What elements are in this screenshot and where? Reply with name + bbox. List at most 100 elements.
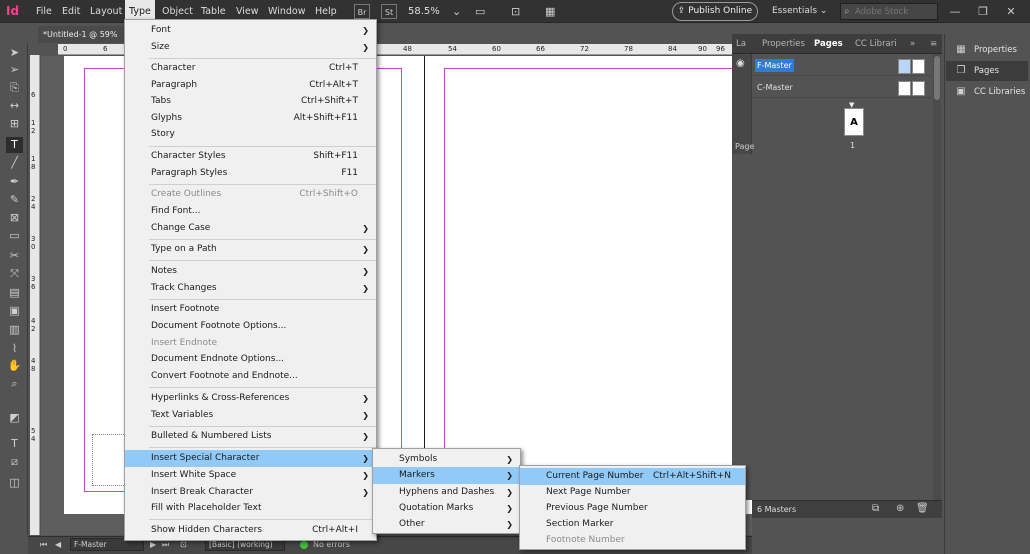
stock-button[interactable]: St [381,4,397,19]
delete-page-icon[interactable]: 🗑 [916,500,929,518]
gradient-swatch-tool-icon[interactable]: ▤ [6,285,23,301]
zoom-level[interactable]: 58.5% [408,0,440,23]
pencil-tool-icon[interactable]: ✎ [6,192,23,208]
menu-item-find-font[interactable]: Find Font... [125,203,376,220]
menu-item-insert-white-space[interactable]: Insert White Space ❯ [125,467,376,484]
menu-item-footnote-number[interactable]: Footnote Number [520,532,745,549]
master-row[interactable]: C-Master [752,78,932,98]
menu-item-previous-page-number[interactable]: Previous Page Number [520,500,745,517]
tab-properties[interactable]: Properties [762,34,805,54]
eye-icon[interactable]: ◉ [736,58,745,69]
menu-item-insert-endnote[interactable]: Insert Endnote [125,335,376,352]
rectangle-frame-tool-icon[interactable]: ⊠ [6,210,23,226]
menu-item-show-hidden-characters[interactable]: Show Hidden Characters Ctrl+Alt+I [125,522,376,539]
menu-item-glyphs[interactable]: Glyphs Alt+Shift+F11 [125,110,376,127]
menu-item-shortcut: Ctrl+Alt+T [309,80,358,90]
menu-edit[interactable]: Edit [58,0,84,23]
rectangle-tool-icon[interactable]: ▭ [6,228,23,244]
menu-item-paragraph-styles[interactable]: Paragraph Styles F11 [125,165,376,182]
dock-pages[interactable]: ❒ Pages [946,61,1028,81]
formatting-text-icon[interactable]: T [6,436,23,452]
menu-item-other[interactable]: Other ❯ [373,516,520,533]
menu-item-tabs[interactable]: Tabs Ctrl+Shift+T [125,93,376,110]
menu-item-bulleted-numbered-lists[interactable]: Bulleted & Numbered Lists ❯ [125,428,376,445]
zoom-dropdown-icon[interactable]: ⌄ [452,0,461,23]
view-options-icon[interactable]: ▭ [475,0,485,23]
menu-item-document-endnote-options[interactable]: Document Endnote Options... [125,351,376,368]
pages-scrollbar[interactable] [933,54,941,500]
menu-item-symbols[interactable]: Symbols ❯ [373,451,520,468]
minimize-icon[interactable]: — [942,0,968,23]
hand-tool-icon[interactable]: ✋ [6,358,23,374]
note-tool-icon[interactable]: ▥ [6,322,23,338]
zoom-tool-icon[interactable]: ⌕ [6,376,23,392]
edit-page-size-icon[interactable]: ⧉ [872,500,879,518]
menu-item-hyphens-dashes[interactable]: Hyphens and Dashes ❯ [373,484,520,501]
menu-item-type-on-a-path[interactable]: Type on a Path ❯ [125,241,376,258]
page-thumbnail[interactable]: A [844,108,864,136]
first-page-icon[interactable]: ⏮ [40,536,47,553]
screen-mode-icon[interactable]: ⊡ [511,0,520,23]
dock-cc-libraries[interactable]: ▣ CC Libraries [946,82,1028,102]
arrange-documents-icon[interactable]: ▦ [545,0,555,23]
gap-tool-icon[interactable]: ↔ [6,98,23,114]
eyedropper-tool-icon[interactable]: ⌇ [6,341,23,357]
menu-item-character[interactable]: Character Ctrl+T [125,60,376,77]
menu-item-insert-special-character[interactable]: Insert Special Character ❯ [125,450,376,467]
tab-layers[interactable]: La [736,34,746,54]
dock-properties[interactable]: ▦ Properties [946,40,1028,60]
workspace-switcher[interactable]: Essentials ⌄ [772,0,827,23]
menu-item-current-page-number[interactable]: Current Page Number Ctrl+Alt+Shift+N [520,468,745,485]
menu-item-fill-placeholder-text[interactable]: Fill with Placeholder Text [125,500,376,517]
new-page-icon[interactable]: ⊕ [896,500,904,518]
scissors-tool-icon[interactable]: ✂ [6,248,23,264]
menu-item-change-case[interactable]: Change Case ❯ [125,220,376,237]
menu-item-hyperlinks[interactable]: Hyperlinks & Cross-References ❯ [125,390,376,407]
menu-item-size[interactable]: Size ❯ [125,39,376,56]
menu-item-notes[interactable]: Notes ❯ [125,263,376,280]
menu-item-insert-break-character[interactable]: Insert Break Character ❯ [125,484,376,501]
menu-item-insert-footnote[interactable]: Insert Footnote [125,301,376,318]
menu-item-section-marker[interactable]: Section Marker [520,516,745,533]
text-frame[interactable] [92,434,128,486]
restore-icon[interactable]: ❐ [970,0,996,23]
pages-scrollbar-thumb[interactable] [934,56,940,100]
master-row[interactable]: F-Master [752,56,932,76]
gradient-feather-tool-icon[interactable]: ▣ [6,303,23,319]
menu-item-create-outlines[interactable]: Create Outlines Ctrl+Shift+O [125,186,376,203]
content-collector-icon[interactable]: ⊞ [6,116,23,132]
free-transform-tool-icon[interactable]: ⤧ [6,266,23,282]
adobe-stock-search-input[interactable] [840,3,938,20]
menu-item-quotation-marks[interactable]: Quotation Marks ❯ [373,500,520,517]
menu-item-story[interactable]: Story [125,126,376,143]
menu-item-document-footnote-options[interactable]: Document Footnote Options... [125,318,376,335]
tab-cc-libraries[interactable]: CC Librari [855,34,897,54]
close-icon[interactable]: ✕ [998,0,1024,23]
menu-layout[interactable]: Layout [86,0,126,23]
direct-selection-tool-icon[interactable]: ➢ [6,62,23,78]
collapse-panel-icon[interactable]: » [910,34,915,54]
menu-item-paragraph[interactable]: Paragraph Ctrl+Alt+T [125,77,376,94]
document-tab[interactable]: *Untitled-1 @ 59% [38,26,126,43]
tab-pages[interactable]: Pages [814,34,843,54]
bridge-button[interactable]: Br [354,4,370,19]
type-tool-icon[interactable]: T [6,137,23,153]
menu-file[interactable]: File [32,0,56,23]
menu-item-track-changes[interactable]: Track Changes ❯ [125,280,376,297]
menu-item-convert-footnote-endnote[interactable]: Convert Footnote and Endnote... [125,368,376,385]
menu-item-text-variables[interactable]: Text Variables ❯ [125,407,376,424]
publish-online-button[interactable]: ⇪ Publish Online [672,2,758,21]
pen-tool-icon[interactable]: ✒ [6,174,23,190]
menu-item-character-styles[interactable]: Character Styles Shift+F11 [125,148,376,165]
menu-item-markers[interactable]: Markers ❯ [373,467,520,484]
menu-item-next-page-number[interactable]: Next Page Number [520,484,745,501]
page-tool-icon[interactable]: ⎘ [6,80,23,96]
apply-none-icon[interactable]: ⧄ [6,454,23,470]
fill-stroke-swatch-icon[interactable]: ◩ [6,410,23,426]
menu-item-font[interactable]: Font ❯ [125,22,376,39]
line-tool-icon[interactable]: ╱ [6,155,23,171]
previous-page-icon[interactable]: ◀ [55,536,61,553]
panel-menu-icon[interactable]: ≡ [930,34,937,54]
screen-mode-normal-icon[interactable]: ◫ [6,475,23,491]
selection-tool-icon[interactable]: ➤ [6,45,23,61]
